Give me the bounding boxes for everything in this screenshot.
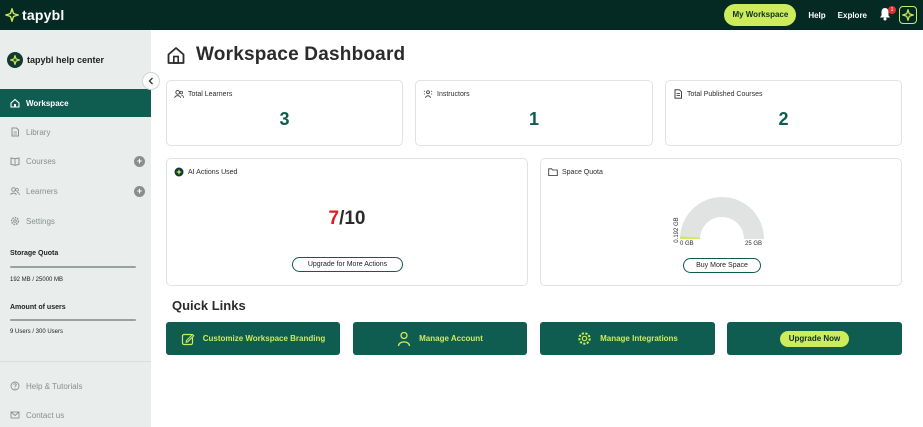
sidebar-item-label: Learners (26, 186, 58, 196)
manage-account-button[interactable]: Manage Account (353, 322, 527, 355)
users-icon (174, 89, 184, 99)
app-logo[interactable]: tapybl (5, 7, 64, 23)
upgrade-now-card: Upgrade Now (727, 322, 902, 355)
add-course-plus-icon[interactable]: + (134, 155, 145, 167)
total-published-courses-value: 2 (778, 109, 789, 129)
gauge-max-label: 25 GB (745, 241, 763, 247)
users-icon (10, 186, 20, 196)
instructors-value: 1 (528, 109, 539, 129)
total-learners-card: Total Learners 3 (166, 80, 403, 146)
logo-text: tapybl (22, 7, 65, 23)
notification-count-badge: 1 (888, 6, 896, 14)
manage-integrations-button[interactable]: Manage Integrations (540, 322, 715, 355)
help-link[interactable]: Help (808, 11, 825, 20)
instructors-card: Instructors 1 (415, 80, 653, 146)
sidebar-brand[interactable]: tapybl help center (7, 52, 104, 68)
ai-actions-used: 7 (328, 208, 340, 229)
sidebar-item-label: Help & Tutorials (26, 381, 83, 391)
total-published-courses-label: Total Published Courses (687, 90, 763, 98)
user-avatar[interactable] (899, 6, 917, 24)
total-learners-label: Total Learners (188, 90, 233, 98)
sidebar-brand-text: tapybl help center (27, 55, 105, 65)
space-quota-label: Space Quota (562, 168, 603, 176)
sidebar-item-label: Courses (26, 156, 56, 166)
sidebar-item-label: Settings (26, 216, 55, 226)
gear-icon (577, 331, 592, 346)
ai-sparkle-icon (174, 167, 184, 177)
mail-icon (10, 410, 20, 420)
sidebar-item-help-tutorials[interactable]: Help & Tutorials (0, 372, 151, 400)
storage-quota-label: Storage Quota (10, 250, 59, 257)
sidebar-item-label: Library (26, 127, 51, 137)
ai-actions-card: AI Actions Used 7/10 Upgrade for More Ac… (166, 158, 528, 286)
upgrade-for-more-actions-button[interactable]: Upgrade for More Actions (292, 257, 403, 272)
ai-actions-label: AI Actions Used (188, 168, 238, 176)
quick-link-label: Manage Integrations (600, 334, 678, 343)
instructor-icon (423, 89, 433, 99)
document-icon (10, 127, 20, 137)
buy-more-space-button[interactable]: Buy More Space (683, 258, 761, 273)
instructors-label: Instructors (437, 90, 470, 98)
upgrade-now-button[interactable]: Upgrade Now (779, 330, 850, 347)
storage-quota-bar (10, 266, 136, 268)
sidebar-item-label: Contact us (26, 410, 65, 420)
quick-link-label: Manage Account (419, 334, 483, 343)
document-icon (673, 89, 683, 99)
users-quota-label: Amount of users (10, 304, 66, 311)
page-title-text: Workspace Dashboard (196, 44, 406, 65)
notification-bell-icon[interactable]: 1 (879, 6, 896, 23)
customize-workspace-branding-button[interactable]: Customize Workspace Branding (166, 322, 340, 355)
brand-logo-icon (7, 52, 23, 68)
question-icon (10, 381, 20, 391)
tapybl-logo-icon (5, 8, 19, 22)
sidebar: tapybl help center Workspace Library Cou… (0, 30, 151, 427)
home-icon (167, 47, 185, 64)
top-bar: tapybl My Workspace Help Explore 1 (0, 0, 923, 30)
collapse-sidebar-button[interactable] (142, 72, 160, 90)
chevron-left-icon (148, 77, 153, 85)
book-icon (10, 156, 20, 166)
edit-icon (181, 332, 195, 346)
ai-actions-total: /10 (339, 208, 366, 229)
ai-actions-count: 7/10 (167, 208, 527, 230)
page-title: Workspace Dashboard (166, 44, 405, 66)
users-quota-bar (10, 319, 136, 321)
sidebar-item-library[interactable]: Library (0, 118, 151, 146)
total-published-courses-card: Total Published Courses 2 (665, 80, 902, 146)
add-learner-plus-icon[interactable]: + (134, 185, 145, 197)
quick-link-label: Customize Workspace Branding (202, 334, 326, 343)
sidebar-item-courses[interactable]: Courses + (0, 147, 151, 175)
user-icon (397, 331, 411, 347)
explore-link[interactable]: Explore (838, 11, 867, 20)
sidebar-item-settings[interactable]: Settings (0, 207, 151, 235)
sidebar-item-contact-us[interactable]: Contact us (0, 401, 151, 427)
space-quota-gauge (680, 197, 764, 239)
gear-icon (10, 216, 20, 226)
sidebar-item-label: Workspace (26, 98, 69, 108)
home-icon (10, 98, 20, 108)
sidebar-divider (0, 361, 151, 362)
users-quota-value: 9 Users / 300 Users (10, 329, 64, 335)
my-workspace-button[interactable]: My Workspace (724, 4, 797, 26)
total-learners-value: 3 (279, 109, 290, 129)
quick-links-title: Quick Links (172, 298, 246, 313)
storage-quota-value: 192 MB / 25000 MB (10, 277, 64, 283)
sidebar-item-learners[interactable]: Learners + (0, 177, 151, 205)
sidebar-item-workspace[interactable]: Workspace (0, 89, 151, 117)
folder-icon (548, 167, 558, 177)
space-quota-card: Space Quota 0.192 GB 0 GB 25 GB Buy More… (540, 158, 902, 286)
gauge-min-label: 0 GB (680, 241, 694, 247)
